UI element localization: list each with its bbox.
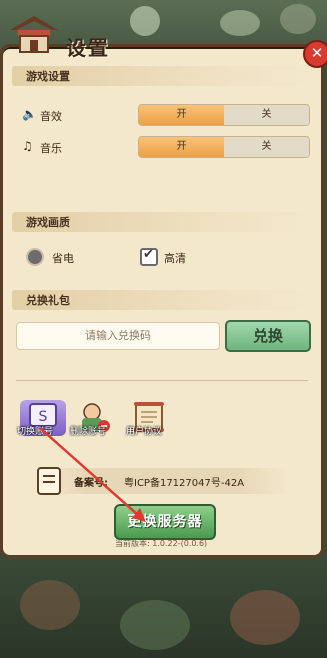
annotation-arrow-icon — [39, 427, 146, 522]
